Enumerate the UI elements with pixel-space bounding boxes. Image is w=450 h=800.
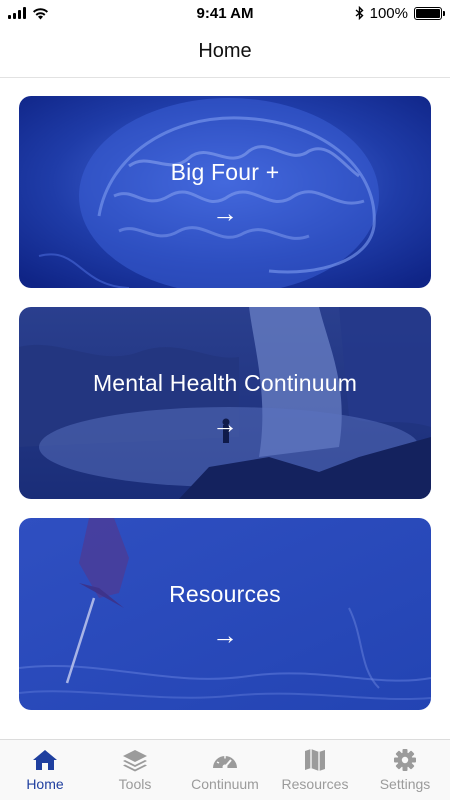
card-mental-health-continuum[interactable]: Mental Health Continuum → <box>19 307 431 499</box>
tab-home[interactable]: Home <box>0 740 90 800</box>
tab-label: Tools <box>118 776 152 792</box>
tab-resources[interactable]: Resources <box>270 740 360 800</box>
bluetooth-icon <box>355 6 364 20</box>
tab-label: Settings <box>379 776 431 792</box>
battery-icon <box>414 6 445 20</box>
card-big-four[interactable]: Big Four + → <box>19 96 431 288</box>
battery-percent: 100% <box>369 4 408 22</box>
tab-tools[interactable]: Tools <box>90 740 180 800</box>
waterfall-image <box>19 307 431 499</box>
card-resources[interactable]: Resources → <box>19 518 431 710</box>
status-bar: 9:41 AM 100% <box>0 0 450 26</box>
status-left <box>8 7 49 20</box>
tab-settings[interactable]: Settings <box>360 740 450 800</box>
tab-bar: Home Tools Continuum Resources Settings <box>0 739 450 800</box>
arrow-right-icon: → <box>212 408 238 439</box>
tab-continuum[interactable]: Continuum <box>180 740 270 800</box>
gear-icon <box>394 749 416 771</box>
card-label: Mental Health Continuum <box>92 369 358 396</box>
tab-label: Continuum <box>191 776 259 792</box>
card-label: Resources <box>169 580 281 607</box>
map-icon <box>305 749 325 771</box>
status-right: 100% <box>355 4 445 22</box>
tab-label: Home <box>26 776 64 792</box>
signal-icon <box>8 7 26 19</box>
tab-label: Resources <box>281 776 349 792</box>
wifi-icon <box>33 7 48 19</box>
layers-icon <box>123 750 147 772</box>
page-title: Home <box>198 40 252 62</box>
map-pin-image <box>19 518 431 710</box>
navigation-header: Home <box>0 26 450 78</box>
gauge-icon <box>213 756 237 770</box>
arrow-right-icon: → <box>212 197 238 228</box>
card-label: Big Four + <box>170 158 280 185</box>
arrow-right-icon: → <box>212 619 238 650</box>
house-icon <box>33 750 57 770</box>
brain-image <box>19 96 431 288</box>
